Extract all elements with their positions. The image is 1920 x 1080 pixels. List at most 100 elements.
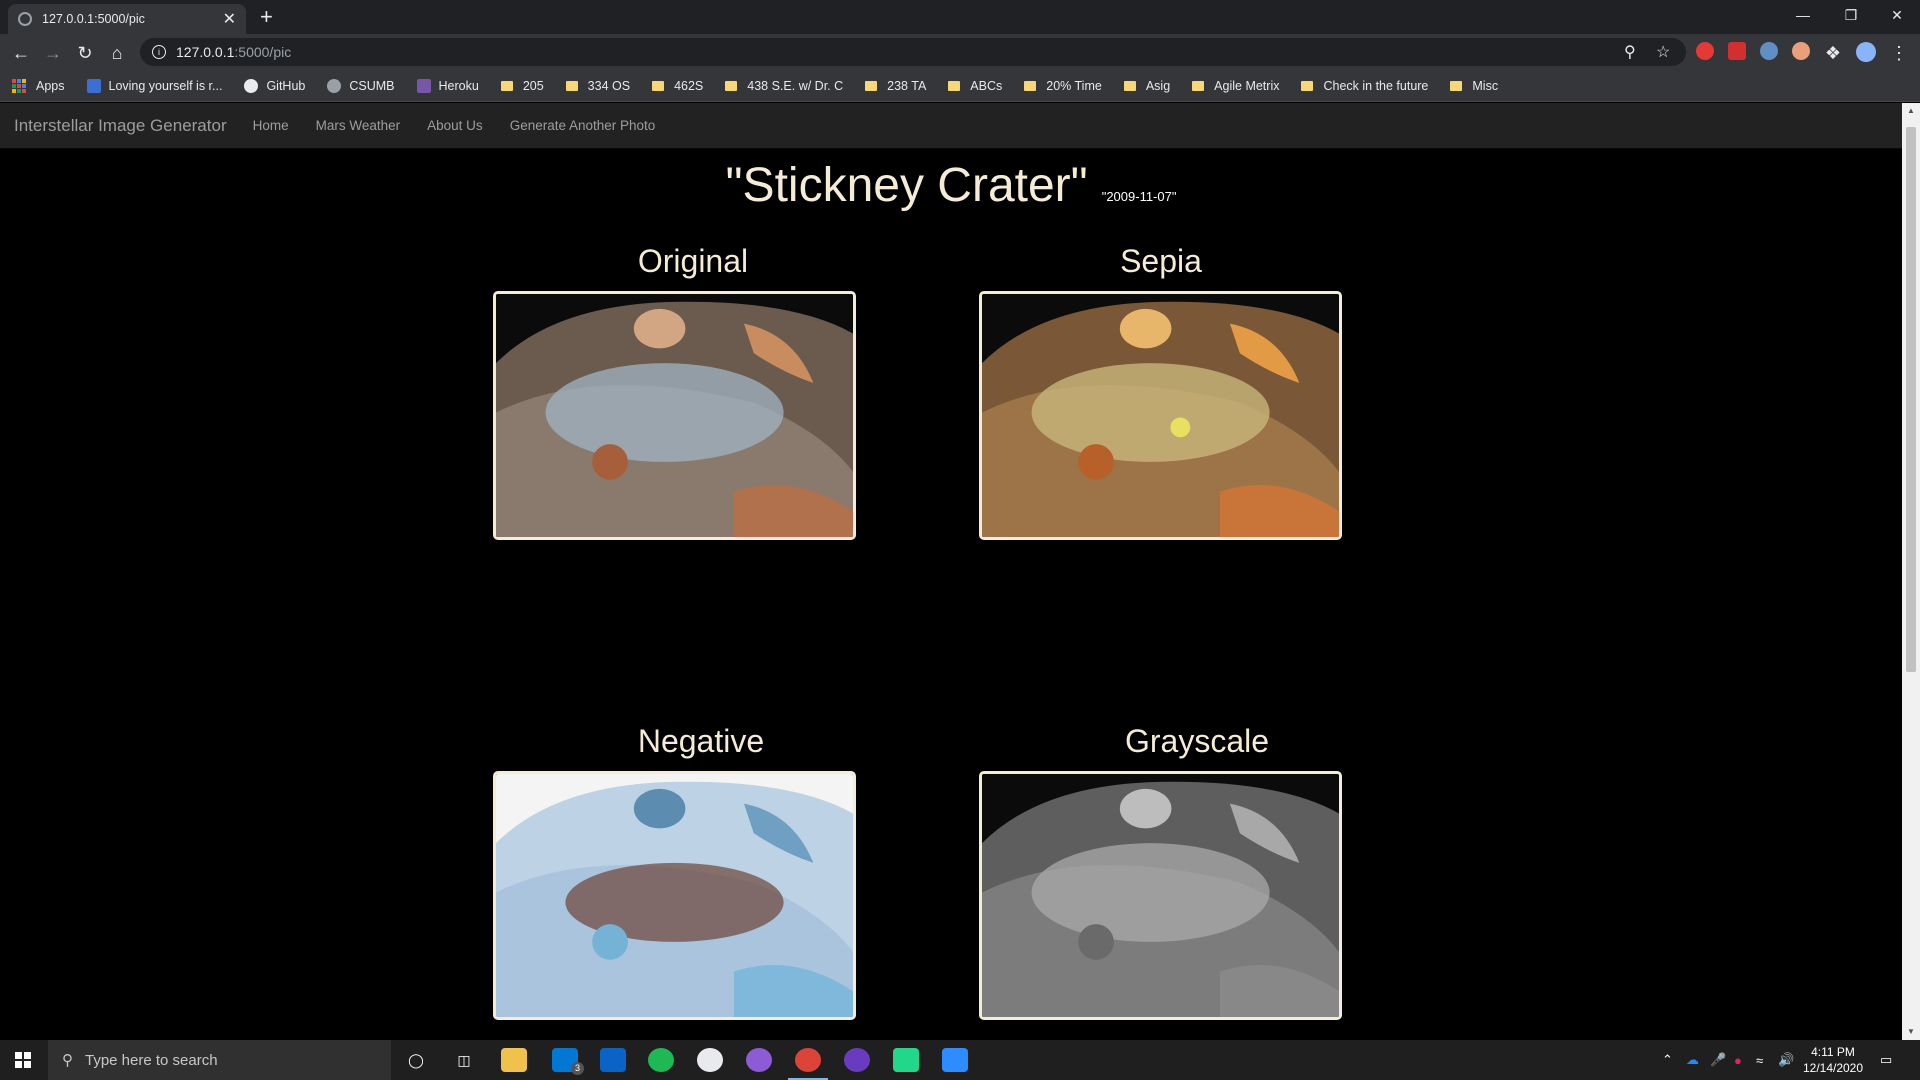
task-view-icon[interactable]: ◫ <box>451 1048 477 1072</box>
reload-icon[interactable]: ↻ <box>72 40 98 66</box>
slack-icon[interactable] <box>697 1048 723 1072</box>
page-scrollbar[interactable]: ▲ ▼ <box>1902 103 1920 1040</box>
new-tab-button[interactable]: + <box>260 4 273 30</box>
minimize-button[interactable]: — <box>1780 0 1826 30</box>
bookmark-csumb[interactable]: CSUMB <box>327 78 395 93</box>
calendar-icon[interactable] <box>600 1048 626 1072</box>
folder-icon <box>1450 80 1463 91</box>
bookmark-folder-462s[interactable]: 462S <box>652 79 703 93</box>
bookmark-heroku[interactable]: Heroku <box>416 78 479 93</box>
nav-about-link[interactable]: About Us <box>427 118 483 133</box>
folder-icon <box>1123 80 1136 91</box>
bookmark-label: 205 <box>522 78 544 93</box>
github-icon <box>244 78 259 93</box>
cortana-icon[interactable]: ◯ <box>403 1048 429 1072</box>
site-info-icon[interactable]: i <box>152 45 166 59</box>
extension-red-icon[interactable] <box>1696 42 1714 60</box>
onedrive-icon[interactable]: ☁ <box>1686 1040 1699 1080</box>
volume-icon[interactable]: 🔊 <box>1778 1040 1794 1080</box>
restore-button[interactable]: ❐ <box>1828 0 1874 30</box>
windows-start-button[interactable] <box>0 1040 46 1080</box>
browser-tabstrip: 127.0.0.1:5000/pic ✕ + — ❐ ✕ <box>0 0 1920 34</box>
bookmark-label: Agile Metrix <box>1214 78 1280 93</box>
app-purple-icon[interactable] <box>746 1048 772 1072</box>
app-circle-icon[interactable] <box>844 1048 870 1072</box>
bookmark-folder-asig[interactable]: Asig <box>1123 78 1171 93</box>
back-icon[interactable]: ← <box>8 40 34 66</box>
bookmark-folder-205[interactable]: 205 <box>500 78 544 93</box>
bookmarks-bar: Apps Loving yourself is r... GitHub CSUM… <box>0 70 1920 102</box>
bookmark-folder-check-future[interactable]: Check in the future <box>1301 79 1428 93</box>
url-path: :5000/pic <box>234 44 292 60</box>
apps-grid-icon <box>12 78 26 93</box>
bookmark-label: Asig <box>1145 78 1171 93</box>
panel-title-sepia: Sepia <box>1120 243 1202 279</box>
windows-logo-icon <box>15 1052 31 1068</box>
bookmark-label: 238 TA <box>887 78 927 93</box>
nav-generate-link[interactable]: Generate Another Photo <box>510 118 656 133</box>
bookmark-folder-abcs[interactable]: ABCs <box>948 79 1002 93</box>
bookmark-label: GitHub <box>266 78 306 93</box>
photo-sepia <box>979 291 1342 540</box>
bookmark-star-icon[interactable]: ☆ <box>1656 38 1670 66</box>
zoom-icon[interactable]: ⚲ <box>1624 38 1636 66</box>
microphone-icon[interactable]: 🎤 <box>1710 1040 1726 1080</box>
crater-image-original <box>496 294 853 537</box>
system-clock[interactable]: 4:11 PM 12/14/2020 <box>1800 1044 1866 1076</box>
show-hidden-icons-icon[interactable]: ⌃ <box>1662 1040 1673 1080</box>
extension-todo-icon[interactable] <box>1728 42 1746 60</box>
bookmark-folder-agile-metrix[interactable]: Agile Metrix <box>1192 79 1279 93</box>
address-bar[interactable]: i 127.0.0.1:5000/pic ⚲ ☆ <box>140 38 1686 66</box>
tab-title: 127.0.0.1:5000/pic <box>42 12 145 26</box>
bookmark-loving-yourself[interactable]: Loving yourself is r... <box>86 78 222 93</box>
taskbar-search-placeholder: Type here to search <box>85 1051 218 1069</box>
crater-image-negative <box>496 774 853 1017</box>
zoom-app-icon[interactable] <box>942 1048 968 1072</box>
bookmark-folder-438se[interactable]: 438 S.E. w/ Dr. C <box>725 79 843 93</box>
site-brand[interactable]: Interstellar Image Generator <box>14 116 227 136</box>
browser-tab[interactable]: 127.0.0.1:5000/pic ✕ <box>8 4 246 34</box>
scroll-up-arrow-icon[interactable]: ▲ <box>1902 103 1920 119</box>
crater-image-sepia <box>982 294 1339 537</box>
photo-original <box>493 291 856 540</box>
notifications-icon[interactable]: ▭ <box>1880 1040 1892 1080</box>
nav-home-link[interactable]: Home <box>253 118 289 133</box>
folder-icon <box>565 80 578 91</box>
pycharm-icon[interactable] <box>893 1048 919 1072</box>
folder-icon <box>1024 80 1037 91</box>
bookmark-folder-238ta[interactable]: 238 TA <box>865 79 926 93</box>
close-tab-icon[interactable]: ✕ <box>223 9 236 29</box>
bookmark-label: CSUMB <box>349 78 395 93</box>
bookmark-label: 462S <box>674 78 704 93</box>
jc-icon <box>86 78 101 93</box>
extensions-puzzle-icon[interactable]: ❖ <box>1820 40 1846 66</box>
profile-avatar[interactable] <box>1856 42 1876 62</box>
file-explorer-icon[interactable] <box>501 1048 527 1072</box>
bookmark-folder-334os[interactable]: 334 OS <box>565 78 631 93</box>
url-host: 127.0.0.1 <box>176 44 235 60</box>
scroll-down-arrow-icon[interactable]: ▼ <box>1902 1024 1920 1040</box>
tray-app-icon[interactable]: ● <box>1734 1040 1742 1080</box>
taskbar-search-box[interactable]: ⚲ Type here to search <box>48 1040 391 1080</box>
home-icon[interactable]: ⌂ <box>104 40 130 66</box>
folder-icon <box>1301 80 1314 91</box>
menu-kebab-icon[interactable]: ⋮ <box>1886 40 1912 66</box>
nav-mars-weather-link[interactable]: Mars Weather <box>316 118 401 133</box>
folder-icon <box>500 80 513 91</box>
extension-blue-icon[interactable] <box>1760 42 1778 60</box>
network-icon[interactable]: ≈ <box>1756 1040 1763 1080</box>
scrollbar-thumb[interactable] <box>1906 127 1916 672</box>
bookmark-label: 334 OS <box>587 78 631 93</box>
spotify-icon[interactable] <box>648 1048 674 1072</box>
mail-badge: 3 <box>571 1062 584 1075</box>
extension-hand-icon[interactable] <box>1792 42 1810 60</box>
forward-icon[interactable]: → <box>40 40 66 66</box>
bookmark-apps[interactable]: Apps <box>12 78 65 93</box>
close-window-button[interactable]: ✕ <box>1874 0 1920 30</box>
chrome-icon[interactable] <box>795 1048 821 1072</box>
bookmark-label: Check in the future <box>1323 78 1429 93</box>
bookmark-github[interactable]: GitHub <box>244 78 306 93</box>
page-viewport: Interstellar Image Generator Home Mars W… <box>0 103 1902 1040</box>
bookmark-folder-misc[interactable]: Misc <box>1450 79 1498 93</box>
bookmark-folder-20-time[interactable]: 20% Time <box>1024 79 1102 93</box>
